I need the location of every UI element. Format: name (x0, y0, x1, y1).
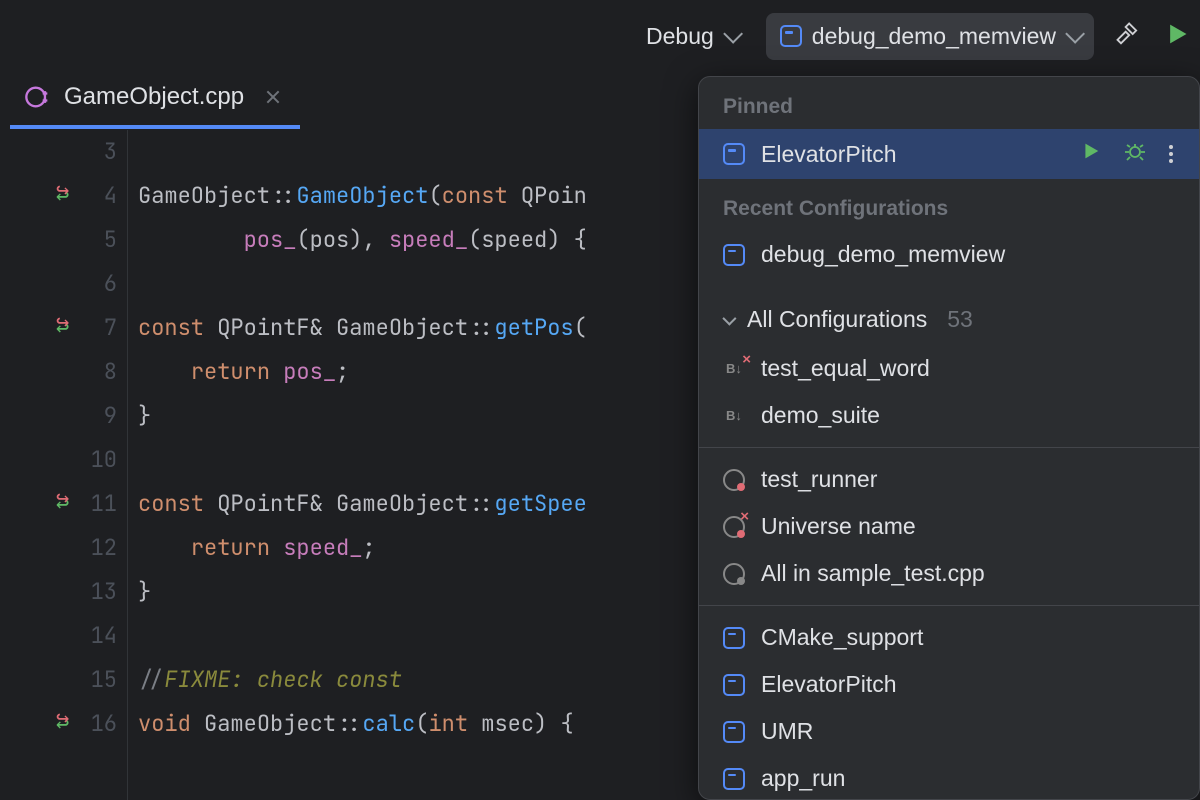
build-button[interactable] (1108, 20, 1148, 53)
gutter-row: ↩↪16 (0, 702, 127, 746)
item-label: test_runner (761, 466, 877, 493)
config-item[interactable]: All in sample_test.cpp (699, 550, 1199, 597)
gutter-row: ↩↪4 (0, 174, 127, 218)
line-number: 6 (79, 262, 117, 306)
line-number: 15 (79, 658, 117, 702)
config-item[interactable]: B↓ test_equal_word (699, 345, 1199, 392)
item-label: Universe name (761, 513, 916, 540)
app-icon (723, 244, 745, 266)
line-number: 9 (79, 394, 117, 438)
run-configs-popup: Pinned ElevatorPitch Recent Configuratio… (698, 76, 1200, 800)
config-item[interactable]: B↓ demo_suite (699, 392, 1199, 439)
item-label: All in sample_test.cpp (761, 560, 985, 587)
line-number: 13 (79, 570, 117, 614)
line-number: 12 (79, 526, 117, 570)
separator (699, 605, 1199, 606)
gutter-row: 10 (0, 438, 127, 482)
recent-item[interactable]: debug_demo_memview (699, 231, 1199, 278)
line-number: 7 (79, 306, 117, 350)
config-item[interactable]: test_runner (699, 456, 1199, 503)
item-label: UMR (761, 718, 813, 745)
config-item[interactable]: ElevatorPitch (699, 661, 1199, 708)
gutter-row: 3 (0, 130, 127, 174)
gutter-row: 5 (0, 218, 127, 262)
close-tab-button[interactable] (266, 90, 280, 104)
item-label: ElevatorPitch (761, 671, 897, 698)
chevron-down-icon (723, 24, 743, 44)
item-label: app_run (761, 765, 845, 792)
item-label: debug_demo_memview (761, 241, 1005, 268)
all-configs-count: 53 (947, 306, 973, 333)
cpp-file-icon (24, 83, 52, 111)
config-item[interactable]: app_run (699, 755, 1199, 800)
config-item[interactable]: UMR (699, 708, 1199, 755)
gutter-row: 15 (0, 658, 127, 702)
item-label: test_equal_word (761, 355, 930, 382)
line-number: 16 (79, 702, 117, 746)
gutter-row: ↩↪11 (0, 482, 127, 526)
app-icon (723, 143, 745, 165)
app-icon (723, 627, 745, 649)
build-config-label: Debug (646, 23, 714, 50)
line-number: 5 (79, 218, 117, 262)
tab-file[interactable]: GameObject.cpp (10, 69, 300, 129)
all-configs-toggle[interactable]: All Configurations 53 (699, 294, 1199, 345)
app-icon (780, 25, 802, 47)
more-actions[interactable] (1169, 145, 1175, 163)
line-number: 8 (79, 350, 117, 394)
gutter-row: 8 (0, 350, 127, 394)
chevron-down-icon (1065, 24, 1085, 44)
run-config-dropdown[interactable]: debug_demo_memview (766, 13, 1094, 60)
gtest-icon (723, 469, 745, 491)
separator (699, 447, 1199, 448)
line-number: 10 (79, 438, 117, 482)
item-actions (1079, 139, 1175, 169)
build-config-dropdown[interactable]: Debug (632, 15, 752, 58)
gutter-row: 14 (0, 614, 127, 658)
app-icon (723, 768, 745, 790)
line-number: 14 (79, 614, 117, 658)
line-number: 4 (79, 174, 117, 218)
tab-filename: GameObject.cpp (64, 83, 244, 111)
gutter: 3↩↪456↩↪78910↩↪1112131415↩↪16 (0, 130, 128, 800)
line-number: 3 (79, 130, 117, 174)
gutter-row: 9 (0, 394, 127, 438)
item-label: ElevatorPitch (761, 141, 897, 168)
all-configs-label: All Configurations (747, 306, 927, 333)
line-number: 11 (79, 482, 117, 526)
gutter-row: ↩↪7 (0, 306, 127, 350)
boost-test-icon: B↓ (723, 358, 745, 380)
pinned-item[interactable]: ElevatorPitch (699, 129, 1199, 179)
boost-test-icon: B↓ (723, 405, 745, 427)
run-config-label: debug_demo_memview (812, 23, 1056, 50)
item-label: CMake_support (761, 624, 923, 651)
config-item[interactable]: CMake_support (699, 614, 1199, 661)
gutter-row: 12 (0, 526, 127, 570)
item-label: demo_suite (761, 402, 880, 429)
debug-action[interactable] (1123, 139, 1147, 169)
toolbar: Debug debug_demo_memview (0, 0, 1200, 72)
chevron-down-icon (722, 311, 736, 325)
app-icon (723, 721, 745, 743)
run-action[interactable] (1079, 140, 1101, 168)
gutter-row: 6 (0, 262, 127, 306)
section-recent-label: Recent Configurations (699, 179, 1199, 231)
gtest-icon (723, 516, 745, 538)
section-pinned-label: Pinned (699, 77, 1199, 129)
gtest-icon (723, 563, 745, 585)
run-button[interactable] (1162, 20, 1190, 53)
gutter-row: 13 (0, 570, 127, 614)
config-item[interactable]: Universe name (699, 503, 1199, 550)
app-icon (723, 674, 745, 696)
